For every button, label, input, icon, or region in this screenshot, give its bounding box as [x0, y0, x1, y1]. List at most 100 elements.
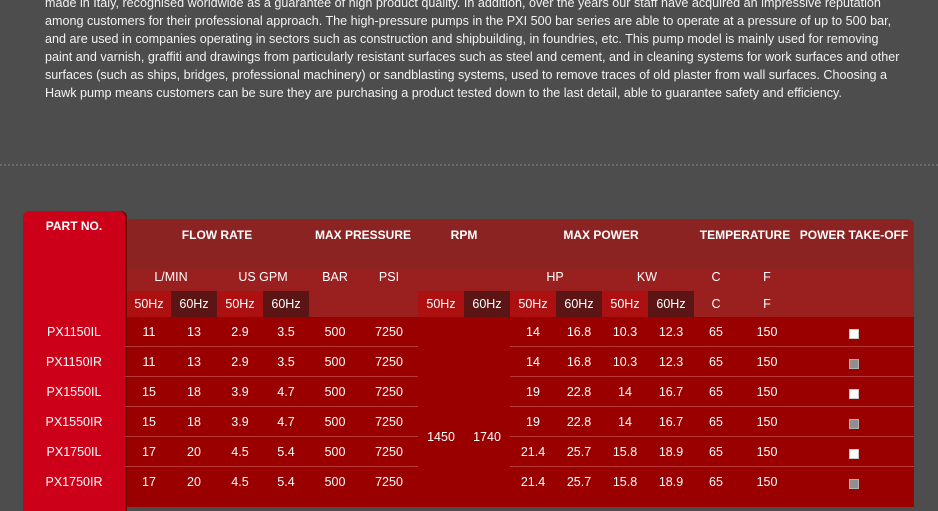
usgpm-50-cell: 4.5 — [231, 475, 249, 489]
temp-f-cell: 150 — [756, 415, 778, 429]
lmin-60-cell: 18 — [187, 415, 201, 429]
temp-f-cell: 150 — [756, 325, 778, 339]
power-take-off-checkbox — [849, 329, 859, 339]
kw-60-cell: 18.9 — [658, 475, 684, 489]
temp-c-cell: 65 — [709, 355, 723, 369]
hp-50-cell: 14 — [526, 325, 540, 339]
usgpm-50-cell: 3.9 — [231, 385, 249, 399]
usgpm-60hz: 60Hz — [271, 297, 301, 311]
hp-50-cell: 21.4 — [520, 475, 546, 489]
bar-cell: 500 — [324, 445, 346, 459]
hp-50-cell: 19 — [526, 385, 540, 399]
usgpm-60-cell: 5.4 — [277, 475, 295, 489]
dotted-divider — [0, 164, 938, 166]
usgpm-60-cell: 5.4 — [277, 445, 295, 459]
kw-50-cell: 14 — [618, 415, 632, 429]
usgpm-50-cell: 4.5 — [231, 445, 249, 459]
part-number-cell: PX1150IL — [47, 325, 101, 339]
subheader-usgpm: US GPM — [238, 270, 288, 284]
power-take-off-checkbox — [849, 359, 859, 369]
lmin-60-cell: 20 — [187, 445, 201, 459]
temp-f-unit: F — [763, 297, 771, 311]
lmin-60-cell: 13 — [187, 355, 201, 369]
temp-f-cell: 150 — [756, 385, 778, 399]
kw-60-cell: 16.7 — [658, 385, 684, 399]
subheader-bar: BAR — [322, 270, 348, 284]
usgpm-60-cell: 3.5 — [277, 355, 295, 369]
hp-60-cell: 25.7 — [566, 445, 592, 459]
bar-cell: 500 — [324, 355, 346, 369]
psi-cell: 7250 — [375, 415, 403, 429]
hp-60-cell: 25.7 — [566, 475, 592, 489]
temp-f-cell: 150 — [756, 355, 778, 369]
psi-cell: 7250 — [375, 475, 403, 489]
part-number-cell: PX1750IL — [46, 445, 102, 459]
hp-60-cell: 22.8 — [566, 385, 592, 399]
hp-50-cell: 19 — [526, 415, 540, 429]
kw-60-cell: 12.3 — [658, 355, 684, 369]
temp-c-cell: 65 — [709, 415, 723, 429]
power-take-off-checkbox — [849, 449, 859, 459]
kw-60-cell: 16.7 — [658, 415, 684, 429]
subheader-kw: KW — [636, 270, 658, 284]
rpm-50hz: 50Hz — [426, 297, 456, 311]
lmin-60-cell: 13 — [187, 325, 201, 339]
header-part-no: PART NO. — [45, 219, 103, 233]
psi-cell: 7250 — [375, 445, 403, 459]
usgpm-60-cell: 4.7 — [277, 385, 295, 399]
kw-50-cell: 15.8 — [612, 475, 638, 489]
intro-paragraph: made in Italy, recognised worldwide as a… — [45, 0, 900, 100]
specs-table: PART NO. FLOW RATE MAX PRESSURE RPM MAX … — [23, 211, 914, 511]
header-temperature: TEMPERATURE — [699, 228, 791, 242]
hp-50-cell: 21.4 — [520, 445, 546, 459]
usgpm-50-cell: 2.9 — [231, 325, 249, 339]
header-rpm: RPM — [450, 228, 478, 242]
usgpm-60-cell: 3.5 — [277, 325, 295, 339]
subheader-hp: HP — [546, 270, 564, 284]
kw-60hz: 60Hz — [656, 297, 686, 311]
hp-60-cell: 22.8 — [566, 415, 592, 429]
lmin-50-cell: 17 — [142, 475, 156, 489]
header-max-power: MAX POWER — [563, 228, 639, 242]
hp-50hz: 50Hz — [518, 297, 548, 311]
rpm-value-50hz: 1450 — [427, 430, 455, 444]
bar-cell: 500 — [324, 415, 346, 429]
power-take-off-checkbox — [849, 419, 859, 429]
hp-60-cell: 16.8 — [566, 325, 592, 339]
lmin-60-cell: 18 — [187, 385, 201, 399]
header-power-take-off: POWER TAKE-OFF — [799, 228, 909, 242]
temp-f-cell: 150 — [756, 445, 778, 459]
part-number-cell: PX1550IL — [46, 385, 102, 399]
lmin-60-cell: 20 — [187, 475, 201, 489]
psi-cell: 7250 — [375, 355, 403, 369]
bar-cell: 500 — [324, 325, 346, 339]
subheader-lmin: L/MIN — [154, 270, 188, 284]
usgpm-50-cell: 3.9 — [231, 415, 249, 429]
subheader-f: F — [763, 270, 771, 284]
subheader-psi: PSI — [378, 270, 400, 284]
temp-c-cell: 65 — [709, 445, 723, 459]
header-flow-rate: FLOW RATE — [181, 228, 253, 242]
temp-c-cell: 65 — [709, 385, 723, 399]
usgpm-50hz: 50Hz — [225, 297, 255, 311]
temp-c-cell: 65 — [709, 475, 723, 489]
power-take-off-checkbox — [849, 479, 859, 489]
kw-50-cell: 14 — [618, 385, 632, 399]
bar-cell: 500 — [324, 475, 346, 489]
kw-50-cell: 10.3 — [612, 325, 638, 339]
lmin-50-cell: 11 — [142, 325, 156, 339]
temp-c-cell: 65 — [709, 325, 723, 339]
kw-60-cell: 18.9 — [658, 445, 684, 459]
lmin-50-cell: 15 — [142, 415, 156, 429]
psi-cell: 7250 — [375, 325, 403, 339]
lmin-50-cell: 17 — [142, 445, 156, 459]
rpm-value-60hz: 1740 — [473, 430, 501, 444]
kw-50-cell: 15.8 — [612, 445, 638, 459]
lmin-50hz: 50Hz — [134, 297, 164, 311]
hp-60hz: 60Hz — [564, 297, 594, 311]
lmin-50-cell: 11 — [142, 355, 156, 369]
bar-cell: 500 — [324, 385, 346, 399]
part-number-cell: PX1750IR — [45, 475, 103, 489]
psi-cell: 7250 — [375, 385, 403, 399]
power-take-off-checkbox — [849, 389, 859, 399]
